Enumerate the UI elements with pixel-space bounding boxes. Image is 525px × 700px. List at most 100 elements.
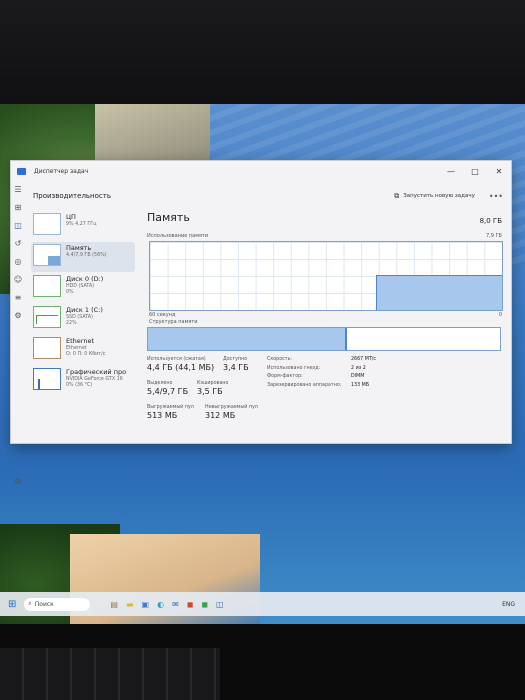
settings-icon[interactable]: ⚙ (11, 473, 25, 491)
monitor-top-bezel (0, 0, 525, 104)
perf-item-disk-0[interactable]: Диск 0 (D:) HDD (SATA) 0% (31, 273, 135, 303)
performance-list: ЦП 9% 4,27 ГГц Память 4,4/7,9 ГБ (56%) Д… (31, 211, 135, 397)
gpu-thumbnail (33, 368, 61, 390)
cpu-thumbnail (33, 213, 61, 235)
memory-thumbnail (33, 244, 61, 266)
perf-item-name: Память (66, 244, 92, 252)
kv-value: DIMM (351, 374, 365, 379)
memory-usage-area (376, 275, 502, 310)
close-button[interactable]: ✕ (487, 167, 511, 176)
memory-usage-label: Использование памяти (147, 233, 209, 239)
perf-item-sub: HDD (SATA) (66, 284, 95, 289)
perf-item-name: ЦП (66, 213, 76, 221)
left-navigation: ☰ ⊞ ◫ ↺ ◎ ☺ ≡ ⚙ ⚙ (11, 181, 25, 486)
task-manager-app-icon (17, 167, 26, 175)
kv-speed: Скорость: 2667 МТ/с (267, 357, 376, 366)
run-task-icon: ⧉ (394, 191, 400, 200)
menu-icon[interactable]: ☰ (11, 181, 25, 199)
title-bar[interactable]: Диспетчер задач — □ ✕ (11, 161, 511, 181)
language-indicator[interactable]: ENG (502, 601, 515, 608)
keyboard (0, 648, 220, 700)
mail-icon[interactable]: ✉ (172, 600, 179, 609)
windows-start-icon[interactable]: ⊞ (8, 599, 16, 610)
ethernet-thumbnail (33, 337, 61, 359)
stat-label: Доступно (223, 357, 248, 362)
perf-item-sub: 9% 4,27 ГГц (66, 222, 97, 227)
edge-icon[interactable]: ◐ (157, 600, 164, 609)
stat-available: Доступно 3,4 ГБ (223, 357, 249, 372)
kv-value: 2 из 2 (351, 365, 366, 371)
page-title: Производительность (33, 192, 111, 200)
maximize-button[interactable]: □ (463, 167, 487, 176)
graph-time-span: 60 секунд (149, 312, 176, 318)
details-icon[interactable]: ≡ (11, 289, 25, 307)
search-icon: ⌕ (28, 600, 32, 607)
taskbar: ⊞ ⌕ Поиск ▤ ▬ ▣ ◐ ✉ ◼ ◼ ◫ ENG (0, 592, 525, 616)
stat-value: 312 МБ (205, 411, 236, 420)
kv-key: Зарезервировано аппаратно: (267, 382, 342, 388)
stat-label: Выделено (147, 381, 173, 386)
perf-item-sub2: 0% (66, 290, 74, 295)
perf-item-ethernet[interactable]: Ethernet Ethernet О: 0 П: 0 Кбит/с (31, 335, 135, 365)
stat-label: Невыгружаемый пул (205, 405, 258, 410)
run-new-task-button[interactable]: ⧉ Запустить новую задачу (394, 192, 475, 201)
stat-value: 513 МБ (147, 411, 178, 420)
perf-item-sub2: 22% (66, 321, 77, 326)
processes-icon[interactable]: ⊞ (11, 199, 25, 217)
memory-usage-graph (149, 241, 503, 311)
stat-paged-pool: Выгружаемый пул 513 МБ (147, 405, 194, 420)
page-header: Производительность ⧉ Запустить новую зад… (33, 187, 503, 205)
search-label: Поиск (34, 600, 54, 608)
perf-item-sub: 4,4/7,9 ГБ (56%) (66, 253, 107, 258)
file-explorer-icon[interactable]: ▬ (126, 600, 134, 609)
perf-item-sub: Ethernet (66, 346, 87, 351)
services-icon[interactable]: ⚙ (11, 307, 25, 325)
stat-nonpaged-pool: Невыгружаемый пул 312 МБ (205, 405, 258, 420)
perf-item-sub: NVIDIA GeForce GTX 16 (66, 377, 123, 382)
kv-reserved: Зарезервировано аппаратно: 133 МБ (267, 383, 376, 392)
widgets-icon[interactable]: ▤ (110, 600, 118, 609)
perf-item-name: Диск 1 (C:) (66, 306, 103, 314)
window-title: Диспетчер задач (34, 167, 89, 175)
memory-hardware-info: Скорость: 2667 МТ/с Использовано гнезд: … (267, 357, 376, 391)
perf-item-sub2: О: 0 П: 0 Кбит/с (66, 352, 106, 357)
more-options-button[interactable]: ••• (489, 192, 503, 201)
memory-usage-max: 7,9 ГБ (485, 233, 502, 239)
kv-key: Использовано гнезд: (267, 365, 321, 371)
kv-form-factor: Форм-фактор: DIMM (267, 374, 376, 383)
perf-item-name: Графический про (66, 368, 127, 376)
memory-structure-used (148, 328, 348, 350)
disk1-thumbnail (33, 306, 61, 328)
store-icon[interactable]: ▣ (142, 600, 150, 609)
performance-icon[interactable]: ◫ (11, 217, 25, 235)
perf-item-name: Диск 0 (D:) (66, 275, 104, 283)
taskbar-apps: ▤ ▬ ▣ ◐ ✉ ◼ ◼ ◫ (110, 600, 223, 609)
stat-cached: Кэшировано 3,5 ГБ (197, 381, 228, 396)
perf-item-name: Ethernet (66, 337, 94, 345)
perf-item-cpu[interactable]: ЦП 9% 4,27 ГГц (31, 211, 135, 241)
stat-value: 3,4 ГБ (223, 363, 249, 372)
task-manager-taskbar-icon[interactable]: ◫ (216, 600, 224, 609)
run-new-task-label: Запустить новую задачу (403, 193, 475, 199)
perf-item-gpu[interactable]: Графический про NVIDIA GeForce GTX 16 0%… (31, 366, 135, 396)
app-icon-green[interactable]: ◼ (201, 600, 208, 609)
memory-detail-panel: Память 8,0 ГБ Использование памяти 7,9 Г… (147, 211, 503, 420)
users-icon[interactable]: ☺ (11, 271, 25, 289)
stat-in-use: Используется (сжатая) 4,4 ГБ (44,1 МБ) (147, 357, 214, 372)
memory-structure-label: Структура памяти (149, 319, 198, 325)
app-icon-o[interactable]: ◼ (187, 600, 194, 609)
taskbar-search[interactable]: ⌕ Поиск (24, 597, 91, 611)
stat-value: 4,4 ГБ (44,1 МБ) (147, 363, 215, 372)
kv-value: 133 МБ (351, 382, 370, 388)
perf-item-disk-1[interactable]: Диск 1 (C:) SSD (SATA) 22% (31, 304, 135, 334)
perf-item-memory[interactable]: Память 4,4/7,9 ГБ (56%) (31, 242, 135, 272)
window-controls: — □ ✕ (439, 167, 511, 176)
memory-title: Память (147, 211, 190, 224)
kv-slots: Использовано гнезд: 2 из 2 (267, 366, 376, 375)
kv-key: Скорость: (267, 357, 293, 362)
app-history-icon[interactable]: ↺ (11, 235, 25, 253)
startup-apps-icon[interactable]: ◎ (11, 253, 25, 271)
minimize-button[interactable]: — (439, 167, 463, 176)
graph-zero: 0 (498, 312, 502, 318)
perf-item-sub: SSD (SATA) (66, 315, 93, 320)
